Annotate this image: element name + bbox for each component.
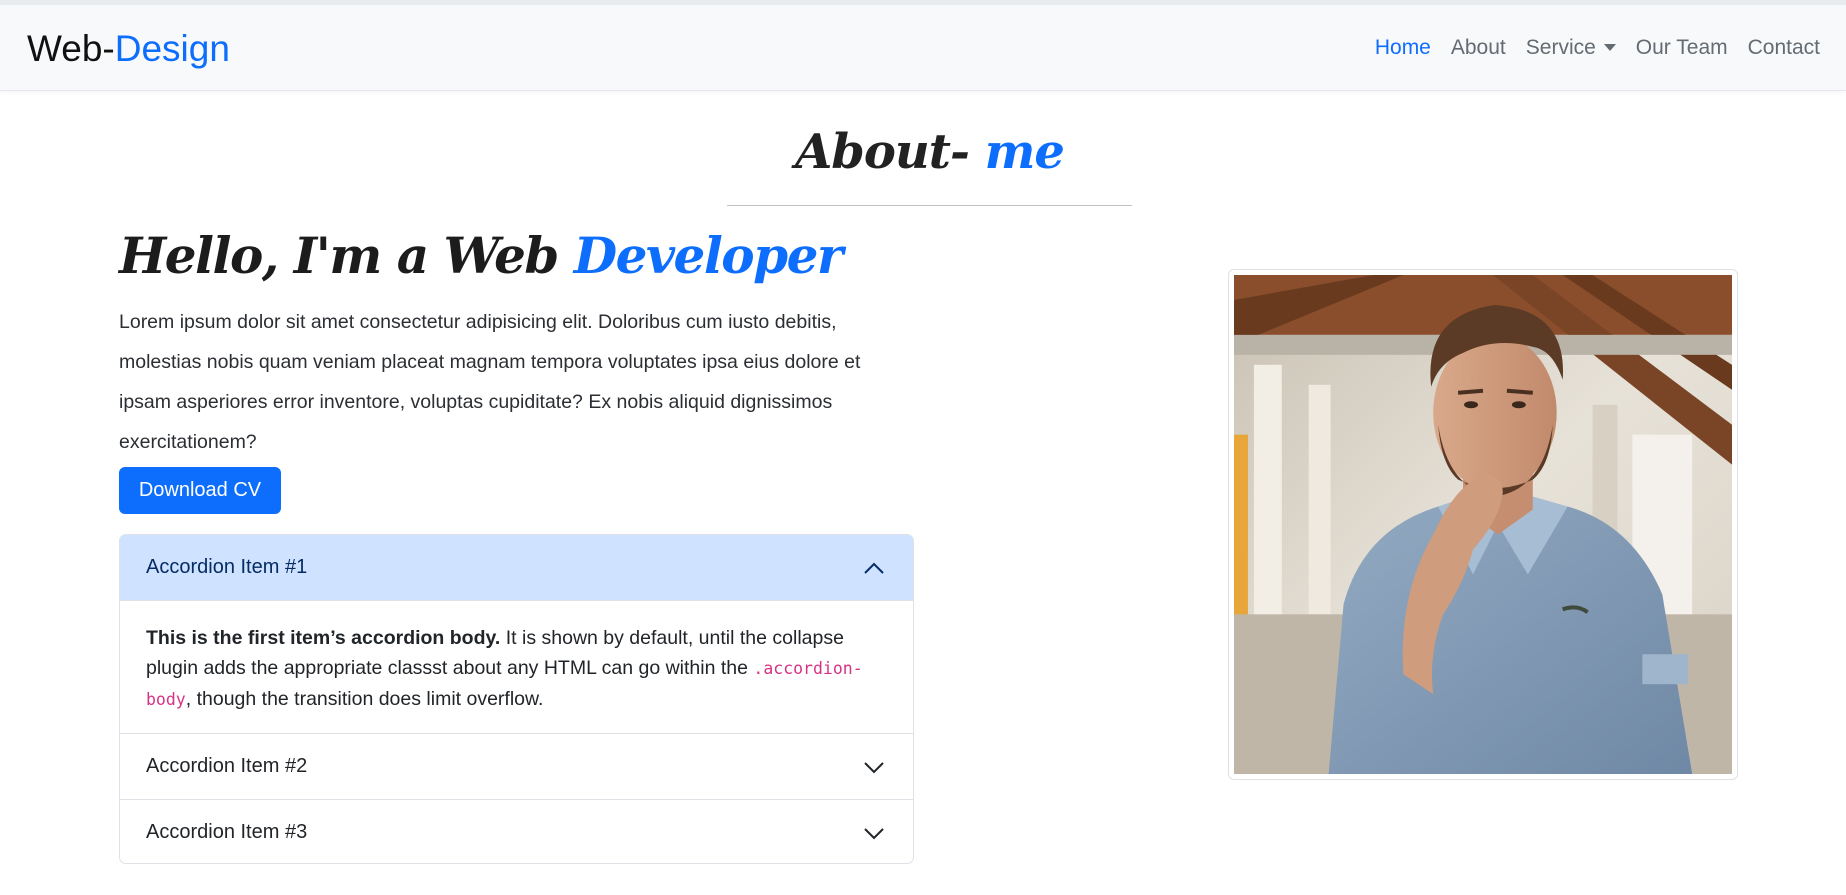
section-title: About- me	[727, 124, 1132, 180]
brand-logo[interactable]: Web-Design	[27, 27, 230, 71]
navbar: Web-Design Home About Service Our Team C…	[0, 5, 1846, 91]
accordion-item-3-header[interactable]: Accordion Item #3	[120, 799, 913, 863]
profile-photo-frame	[1228, 269, 1738, 780]
hero-heading-prefix: Hello, I'm a Web	[119, 226, 574, 285]
nav-links: Home About Service Our Team Contact	[1355, 35, 1820, 60]
nav-home[interactable]: Home	[1375, 35, 1431, 60]
chevron-down-icon	[864, 828, 884, 840]
hero-heading-accent: Developer	[573, 226, 844, 285]
title-divider	[727, 205, 1132, 206]
intro-paragraph: Lorem ipsum dolor sit amet consectetur a…	[119, 311, 861, 453]
accordion-item-2-header[interactable]: Accordion Item #2	[120, 733, 913, 799]
nav-contact[interactable]: Contact	[1748, 35, 1820, 60]
accordion-item-1-header[interactable]: Accordion Item #1	[120, 535, 913, 601]
caret-down-icon	[1603, 44, 1616, 52]
chevron-down-icon	[864, 762, 884, 774]
nav-service-dropdown[interactable]: Service	[1526, 35, 1616, 60]
brand-prefix: Web-	[27, 28, 115, 69]
accordion-item-1-title: Accordion Item #1	[146, 556, 308, 578]
brand-accent: Design	[114, 28, 230, 69]
section-title-prefix: About-	[795, 124, 985, 180]
nav-about[interactable]: About	[1451, 35, 1506, 60]
accordion-item-2-title: Accordion Item #2	[146, 755, 308, 777]
section-title-accent: me	[984, 124, 1065, 180]
accordion-body-strong: This is the first item’s accordion body.	[146, 627, 501, 649]
nav-service-label: Service	[1525, 36, 1596, 59]
nav-our-team[interactable]: Our Team	[1636, 35, 1728, 60]
profile-photo	[1234, 275, 1732, 774]
hero-heading: Hello, I'm a Web Developer	[119, 226, 844, 285]
accordion-item-1-body: This is the first item’s accordion body.…	[120, 601, 913, 733]
accordion-item-3-title: Accordion Item #3	[146, 821, 308, 843]
download-cv-button[interactable]: Download CV	[119, 467, 281, 514]
accordion: Accordion Item #1 This is the first item…	[119, 534, 914, 864]
chevron-up-icon	[864, 562, 884, 574]
accordion-body-tail: , though the transition does limit overf…	[185, 688, 544, 710]
